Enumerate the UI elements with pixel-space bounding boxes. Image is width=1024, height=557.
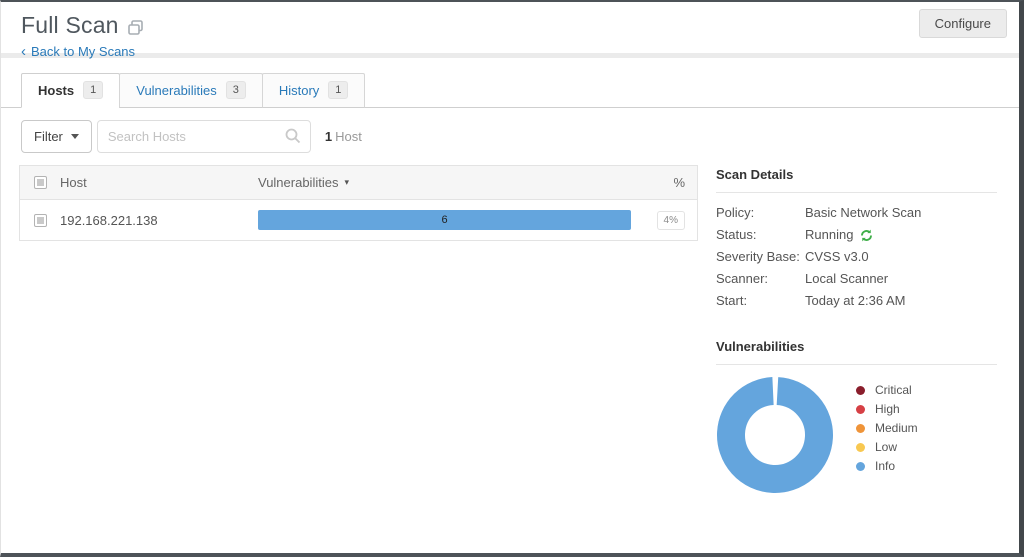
- medium-dot-icon: [856, 424, 865, 433]
- search-input[interactable]: [96, 120, 311, 153]
- tab-history[interactable]: History 1: [261, 73, 366, 108]
- status-value: Running: [805, 227, 854, 242]
- row-checkbox[interactable]: [33, 213, 47, 227]
- back-link-label: Back to My Scans: [31, 44, 136, 59]
- divider: [716, 364, 997, 365]
- legend-item-critical: Critical: [856, 381, 918, 400]
- chart-legend: Critical High Medium Low Info: [856, 381, 918, 494]
- vulnerability-bar[interactable]: 6: [258, 210, 631, 230]
- legend-item-high: High: [856, 400, 918, 419]
- tab-bar: Hosts 1 Vulnerabilities 3 History 1: [1, 58, 1019, 108]
- info-dot-icon: [856, 462, 865, 471]
- select-all-checkbox[interactable]: [33, 176, 47, 189]
- column-header-percent: %: [673, 175, 685, 190]
- detail-row-start: Start: Today at 2:36 AM: [716, 293, 906, 308]
- host-count-value: 1: [324, 129, 333, 144]
- host-ip[interactable]: 192.168.221.138: [60, 213, 258, 228]
- search-icon: [284, 127, 302, 148]
- tab-vulnerabilities[interactable]: Vulnerabilities 3: [119, 73, 263, 108]
- filter-button[interactable]: Filter: [21, 120, 92, 153]
- legend-item-low: Low: [856, 438, 918, 457]
- scan-details-title: Scan Details: [716, 167, 794, 182]
- tab-vulnerabilities-label: Vulnerabilities: [136, 82, 217, 98]
- refresh-icon[interactable]: [859, 228, 874, 243]
- high-dot-icon: [856, 405, 865, 414]
- detail-row-policy: Policy: Basic Network Scan: [716, 205, 922, 220]
- legend-item-info: Info: [856, 457, 918, 476]
- filter-button-label: Filter: [34, 129, 63, 144]
- vulnerabilities-panel-title: Vulnerabilities: [716, 339, 805, 354]
- host-count: 1 Host: [325, 129, 362, 144]
- scan-stack-icon: [127, 19, 144, 36]
- page-title: Full Scan: [21, 12, 119, 38]
- app-window: Full Scan Configure ‹ Back to My Scans H…: [0, 0, 1024, 557]
- vulnerabilities-donut-chart: [717, 376, 833, 493]
- low-dot-icon: [856, 443, 865, 452]
- column-header-host[interactable]: Host: [60, 175, 258, 190]
- chevron-left-icon: ‹: [21, 43, 26, 60]
- tab-hosts[interactable]: Hosts 1: [21, 73, 121, 108]
- detail-row-scanner: Scanner: Local Scanner: [716, 271, 889, 286]
- page-header: Full Scan Configure ‹ Back to My Scans: [1, 2, 1019, 59]
- caret-down-icon: [70, 134, 79, 139]
- side-panel: Scan Details Policy: Basic Network Scan …: [716, 167, 997, 494]
- table-row[interactable]: 192.168.221.138 6 4%: [20, 200, 697, 240]
- divider: [716, 192, 997, 193]
- detail-row-severity-base: Severity Base: CVSS v3.0: [716, 249, 869, 264]
- donut-segment-info: [717, 376, 833, 493]
- legend-item-medium: Medium: [856, 419, 918, 438]
- tab-history-label: History: [278, 82, 320, 98]
- hosts-table: Host Vulnerabilities ▾ % 192.168.221.138…: [19, 165, 698, 241]
- table-header-row: Host Vulnerabilities ▾ %: [20, 166, 697, 200]
- back-to-my-scans-link[interactable]: ‹ Back to My Scans: [21, 44, 135, 59]
- configure-button[interactable]: Configure: [918, 9, 1007, 38]
- tab-history-badge: 1: [328, 81, 349, 99]
- column-header-vulnerabilities[interactable]: Vulnerabilities ▾: [258, 175, 639, 190]
- tab-vulnerabilities-badge: 3: [225, 81, 246, 99]
- critical-dot-icon: [856, 386, 865, 395]
- hosts-toolbar: Filter 1Host: [21, 120, 999, 153]
- host-count-label: Host: [335, 129, 362, 144]
- tab-hosts-label: Hosts: [38, 82, 75, 98]
- scan-progress-badge: 4%: [656, 210, 685, 230]
- detail-row-status: Status: Running: [716, 224, 997, 246]
- tab-hosts-badge: 1: [83, 81, 104, 99]
- sort-caret-icon: ▾: [344, 177, 349, 187]
